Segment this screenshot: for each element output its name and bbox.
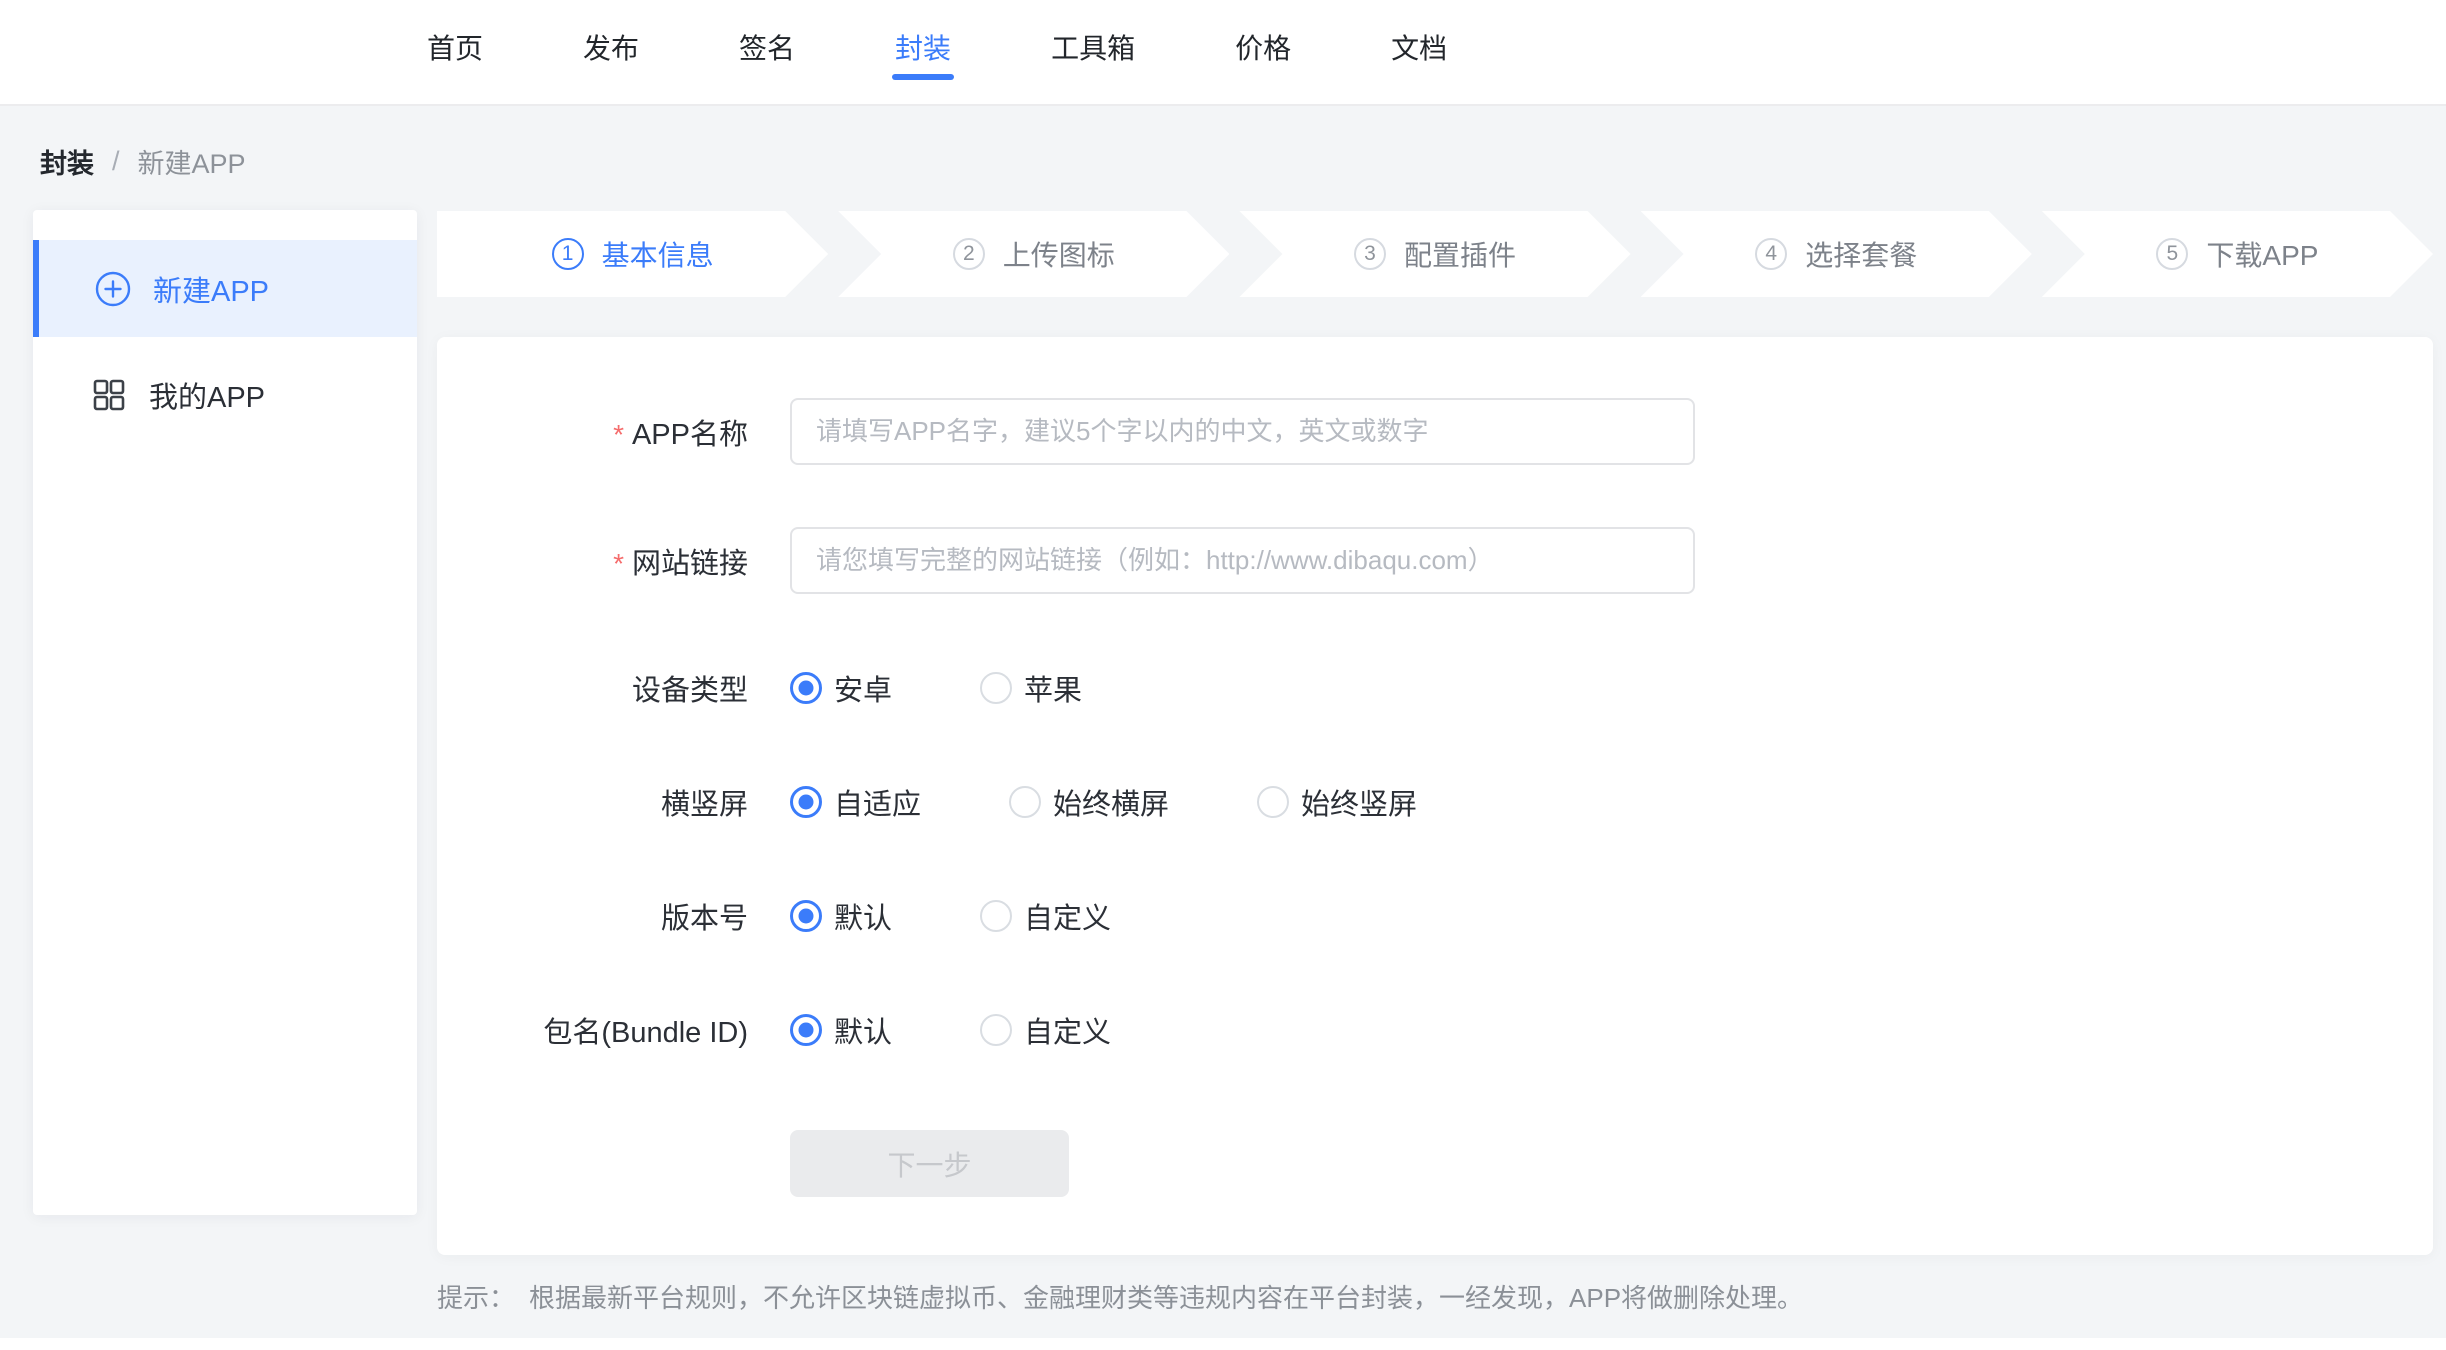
radio-android-label: 安卓: [834, 667, 892, 709]
step-1-label: 基本信息: [602, 234, 714, 274]
nav-item-package[interactable]: 封装: [895, 0, 951, 94]
app-name-label: *APP名称: [437, 411, 748, 453]
sidebar-item-new-app-label: 新建APP: [153, 268, 269, 310]
nav-item-toolbox[interactable]: 工具箱: [1051, 0, 1135, 94]
nav-item-home[interactable]: 首页: [427, 0, 483, 94]
radio-unselected-icon: [980, 900, 1012, 932]
step-4-number-badge: 4: [1755, 238, 1787, 270]
sidebar: 新建APP 我的APP: [33, 210, 417, 1215]
bundle-id-radio-group: 默认 自定义: [790, 1009, 1111, 1051]
radio-ios[interactable]: 苹果: [980, 667, 1082, 709]
hint-prefix: 提示：: [437, 1283, 515, 1313]
sidebar-item-my-app-label: 我的APP: [149, 374, 265, 416]
version-radio-group: 默认 自定义: [790, 895, 1111, 937]
nav-item-sign[interactable]: 签名: [739, 0, 795, 94]
radio-bundle-custom[interactable]: 自定义: [980, 1009, 1111, 1051]
form-row-device-type: 设备类型 安卓 苹果: [437, 668, 1082, 708]
plus-circle-icon: [95, 271, 131, 307]
site-url-input[interactable]: [790, 527, 1695, 594]
radio-always-portrait-label: 始终竖屏: [1301, 781, 1417, 823]
step-2-number-badge: 2: [953, 238, 985, 270]
radio-unselected-icon: [1257, 786, 1289, 818]
required-marker: *: [613, 419, 624, 450]
radio-bundle-default[interactable]: 默认: [790, 1009, 892, 1051]
radio-always-landscape[interactable]: 始终横屏: [1009, 781, 1169, 823]
platform-rule-hint: 提示： 根据最新平台规则，不允许区块链虚拟币、金融理财类等违规内容在平台封装，一经…: [437, 1278, 1803, 1315]
sidebar-item-my-app[interactable]: 我的APP: [33, 359, 417, 431]
step-3-label: 配置插件: [1404, 234, 1516, 274]
breadcrumb: 封装 / 新建APP: [40, 142, 246, 181]
form-row-app-name: *APP名称: [437, 398, 1695, 465]
orientation-label: 横竖屏: [437, 781, 748, 823]
step-1-basic-info: 1 基本信息: [437, 211, 828, 297]
step-5-download-app: 5 下载APP: [2042, 211, 2433, 297]
step-wizard: 1 基本信息 2 上传图标 3 配置插件 4 选择套餐 5 下载APP: [437, 211, 2433, 297]
device-type-radio-group: 安卓 苹果: [790, 667, 1082, 709]
radio-selected-icon: [790, 900, 822, 932]
radio-unselected-icon: [1009, 786, 1041, 818]
orientation-radio-group: 自适应 始终横屏 始终竖屏: [790, 781, 1417, 823]
form-row-site-url: *网站链接: [437, 527, 1695, 594]
radio-version-custom[interactable]: 自定义: [980, 895, 1111, 937]
radio-selected-icon: [790, 672, 822, 704]
hint-text: 根据最新平台规则，不允许区块链虚拟币、金融理财类等违规内容在平台封装，一经发现，…: [529, 1283, 1803, 1313]
step-3-number-badge: 3: [1354, 238, 1386, 270]
bundle-id-label: 包名(Bundle ID): [437, 1009, 748, 1051]
nav-items: 首页 发布 签名 封装 工具箱 价格 文档: [427, 0, 1447, 94]
form-row-version: 版本号 默认 自定义: [437, 896, 1111, 936]
next-step-button[interactable]: 下一步: [790, 1130, 1069, 1197]
top-navigation: 首页 发布 签名 封装 工具箱 价格 文档: [0, 0, 2446, 106]
step-2-label: 上传图标: [1003, 234, 1115, 274]
breadcrumb-separator: /: [112, 146, 120, 177]
step-1-number-badge: 1: [552, 238, 584, 270]
radio-selected-icon: [790, 786, 822, 818]
app-name-input[interactable]: [790, 398, 1695, 465]
device-type-label: 设备类型: [437, 667, 748, 709]
radio-always-landscape-label: 始终横屏: [1053, 781, 1169, 823]
radio-always-portrait[interactable]: 始终竖屏: [1257, 781, 1417, 823]
radio-unselected-icon: [980, 672, 1012, 704]
form-row-bundle-id: 包名(Bundle ID) 默认 自定义: [437, 1010, 1111, 1050]
radio-android[interactable]: 安卓: [790, 667, 892, 709]
radio-version-default-label: 默认: [834, 895, 892, 937]
radio-adaptive-label: 自适应: [834, 781, 921, 823]
radio-version-custom-label: 自定义: [1024, 895, 1111, 937]
version-label: 版本号: [437, 895, 748, 937]
radio-bundle-custom-label: 自定义: [1024, 1009, 1111, 1051]
step-3-configure-plugin: 3 配置插件: [1239, 211, 1630, 297]
basic-info-form: *APP名称 *网站链接 设备类型 安卓 苹果 横竖屏: [437, 337, 2433, 1255]
site-url-label: *网站链接: [437, 540, 748, 582]
breadcrumb-item-new-app: 新建APP: [138, 142, 246, 181]
step-4-select-plan: 4 选择套餐: [1641, 211, 2032, 297]
step-2-upload-icon: 2 上传图标: [838, 211, 1229, 297]
radio-bundle-default-label: 默认: [834, 1009, 892, 1051]
active-tab-underline: [892, 74, 954, 80]
nav-item-publish[interactable]: 发布: [583, 0, 639, 94]
form-row-orientation: 横竖屏 自适应 始终横屏 始终竖屏: [437, 782, 1417, 822]
radio-adaptive[interactable]: 自适应: [790, 781, 921, 823]
nav-item-docs[interactable]: 文档: [1391, 0, 1447, 94]
radio-unselected-icon: [980, 1014, 1012, 1046]
bottom-strip: [0, 1338, 2446, 1350]
nav-item-package-label: 封装: [895, 27, 951, 67]
required-marker: *: [613, 548, 624, 579]
breadcrumb-item-package[interactable]: 封装: [40, 142, 94, 181]
step-5-label: 下载APP: [2206, 234, 2318, 274]
radio-ios-label: 苹果: [1024, 667, 1082, 709]
sidebar-item-new-app[interactable]: 新建APP: [33, 240, 417, 337]
nav-item-price[interactable]: 价格: [1235, 0, 1291, 94]
radio-selected-icon: [790, 1014, 822, 1046]
step-5-number-badge: 5: [2156, 238, 2188, 270]
step-4-label: 选择套餐: [1805, 234, 1917, 274]
radio-version-default[interactable]: 默认: [790, 895, 892, 937]
grid-icon: [91, 377, 127, 413]
